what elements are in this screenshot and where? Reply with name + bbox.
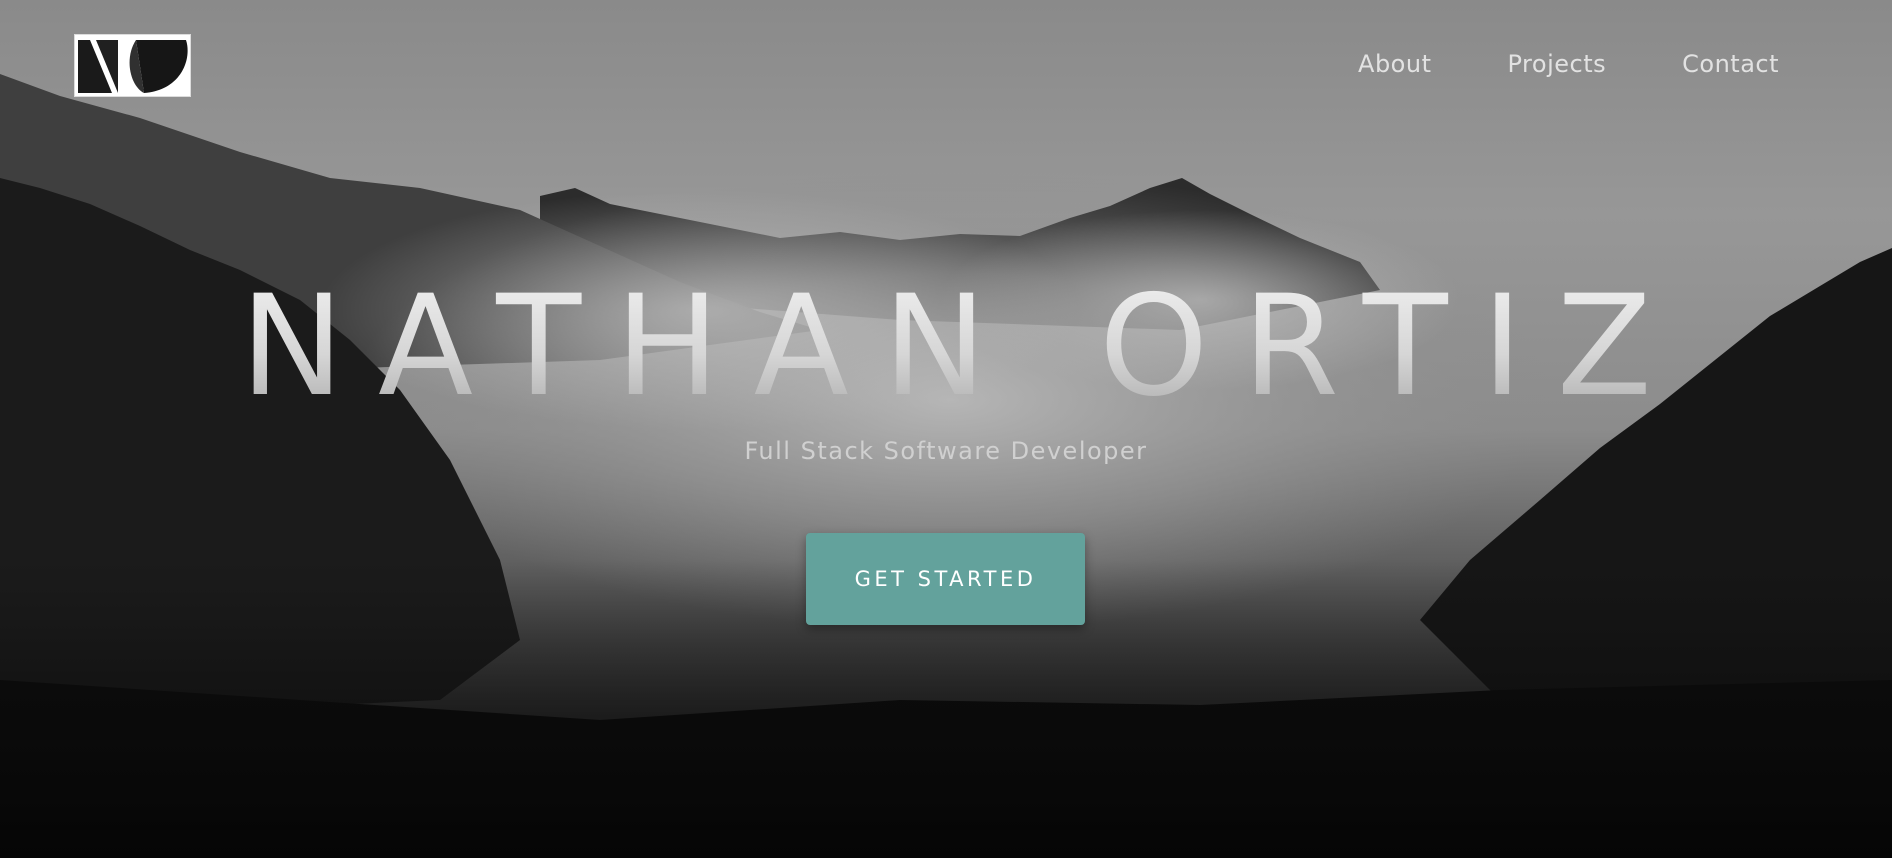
nav-link-projects[interactable]: Projects xyxy=(1508,48,1607,80)
nav-link-about[interactable]: About xyxy=(1358,48,1431,80)
get-started-button[interactable]: GET STARTED xyxy=(806,533,1085,625)
hero-section: About Projects Contact NATHAN ORTIZ Full… xyxy=(0,0,1892,858)
logo-icon[interactable] xyxy=(74,34,191,97)
hero-subtitle: Full Stack Software Developer xyxy=(744,437,1148,465)
hero-title: NATHAN ORTIZ xyxy=(0,266,1892,426)
nav-link-contact[interactable]: Contact xyxy=(1682,48,1779,80)
hero-background-image xyxy=(0,0,1892,858)
main-nav: About Projects Contact xyxy=(1358,48,1779,80)
